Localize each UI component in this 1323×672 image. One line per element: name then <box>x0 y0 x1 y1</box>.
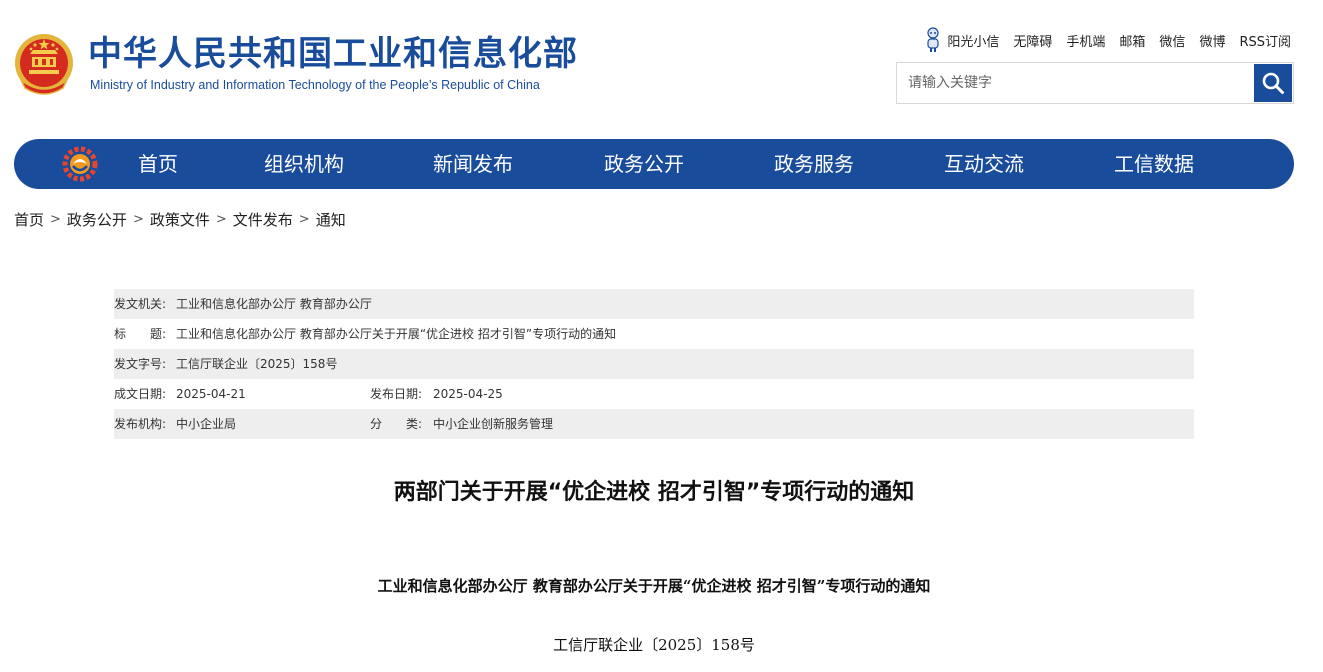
issuer-value: 工业和信息化部办公厅 教育部办公厅 <box>176 297 372 311</box>
nav-government-affairs[interactable]: 政务公开 <box>604 139 684 189</box>
breadcrumb: 首页 > 政务公开 > 政策文件 > 文件发布 > 通知 <box>14 209 346 230</box>
article-sub-heading: 工业和信息化部办公厅 教育部办公厅关于开展“优企进校 招才引智”专项行动的通知 <box>377 577 931 595</box>
nav-government-services[interactable]: 政务服务 <box>774 139 854 189</box>
docno-label: 发文字号: <box>114 357 167 371</box>
docno-value: 工信厅联企业〔2025〕158号 <box>176 357 338 371</box>
title-value: 工业和信息化部办公厅 教育部办公厅关于开展“优企进校 招才引智”专项行动的通知 <box>176 327 617 341</box>
robot-assistant-icon[interactable] <box>923 27 943 53</box>
breadcrumb-separator-icon: > <box>132 212 144 227</box>
breadcrumb-separator-icon: > <box>50 212 61 227</box>
issuer-label: 发文机关: <box>114 297 167 311</box>
breadcrumb-government-affairs[interactable]: 政务公开 <box>67 209 127 230</box>
breadcrumb-separator-icon: > <box>215 212 227 227</box>
toplink-email[interactable]: 邮箱 <box>1119 31 1145 50</box>
created-date-label: 成文日期: <box>114 387 167 401</box>
published-date-label: 发布日期: <box>370 387 423 401</box>
breadcrumb-home[interactable]: 首页 <box>14 209 44 230</box>
title-label: 标 题: <box>114 327 167 341</box>
article-doc-number: 工信厅联企业〔2025〕158号 <box>553 636 755 654</box>
miit-logo-icon[interactable] <box>62 146 98 182</box>
toplink-mobile[interactable]: 手机端 <box>1066 31 1105 50</box>
search-input[interactable] <box>897 63 1253 103</box>
toplink-weibo[interactable]: 微博 <box>1199 31 1225 50</box>
toplink-sunshine-xiaoxin[interactable]: 阳光小信 <box>947 31 999 50</box>
nav-data[interactable]: 工信数据 <box>1114 139 1194 189</box>
toplink-rss[interactable]: RSS订阅 <box>1239 31 1291 50</box>
published-date-value: 2025-04-25 <box>433 387 503 401</box>
breadcrumb-document-release[interactable]: 文件发布 <box>233 209 293 230</box>
category-label: 分 类: <box>370 417 423 431</box>
info-row-issuer: 发文机关: 工业和信息化部办公厅 教育部办公厅 <box>114 289 1194 319</box>
search-box <box>896 62 1294 104</box>
search-button[interactable] <box>1254 64 1292 102</box>
nav-news[interactable]: 新闻发布 <box>433 139 513 189</box>
search-icon <box>1262 72 1284 94</box>
document-info-table: 发文机关: 工业和信息化部办公厅 教育部办公厅 标 题: 工业和信息化部办公厅 … <box>114 289 1194 439</box>
toplink-accessibility[interactable]: 无障碍 <box>1013 31 1052 50</box>
article-title: 两部门关于开展“优企进校 招才引智”专项行动的通知 <box>393 480 915 505</box>
nav-interaction[interactable]: 互动交流 <box>944 139 1024 189</box>
breadcrumb-notice[interactable]: 通知 <box>316 209 346 230</box>
breadcrumb-separator-icon: > <box>298 212 310 227</box>
top-links: 阳光小信 无障碍 手机端 邮箱 微信 微博 RSS订阅 <box>923 27 1291 53</box>
created-date-value: 2025-04-21 <box>176 387 246 401</box>
site-subtitle: Ministry of Industry and Information Tec… <box>90 78 540 92</box>
national-emblem-logo[interactable] <box>13 32 75 98</box>
org-value: 中小企业局 <box>176 417 237 431</box>
info-row-org: 发布机构: 中小企业局 分 类: 中小企业创新服务管理 <box>114 409 1194 439</box>
nav-home[interactable]: 首页 <box>138 139 178 189</box>
main-nav: 首页 组织机构 新闻发布 政务公开 政务服务 互动交流 工信数据 <box>14 139 1294 189</box>
info-row-docno: 发文字号: 工信厅联企业〔2025〕158号 <box>114 349 1194 379</box>
toplink-wechat[interactable]: 微信 <box>1159 31 1185 50</box>
info-row-title: 标 题: 工业和信息化部办公厅 教育部办公厅关于开展“优企进校 招才引智”专项行… <box>114 319 1194 349</box>
site-title[interactable]: 中华人民共和国工业和信息化部 <box>88 34 578 74</box>
breadcrumb-policy-documents[interactable]: 政策文件 <box>150 209 210 230</box>
info-row-dates: 成文日期: 2025-04-21 发布日期: 2025-04-25 <box>114 379 1194 409</box>
nav-organization[interactable]: 组织机构 <box>264 139 344 189</box>
category-value: 中小企业创新服务管理 <box>433 417 554 431</box>
org-label: 发布机构: <box>114 417 167 431</box>
